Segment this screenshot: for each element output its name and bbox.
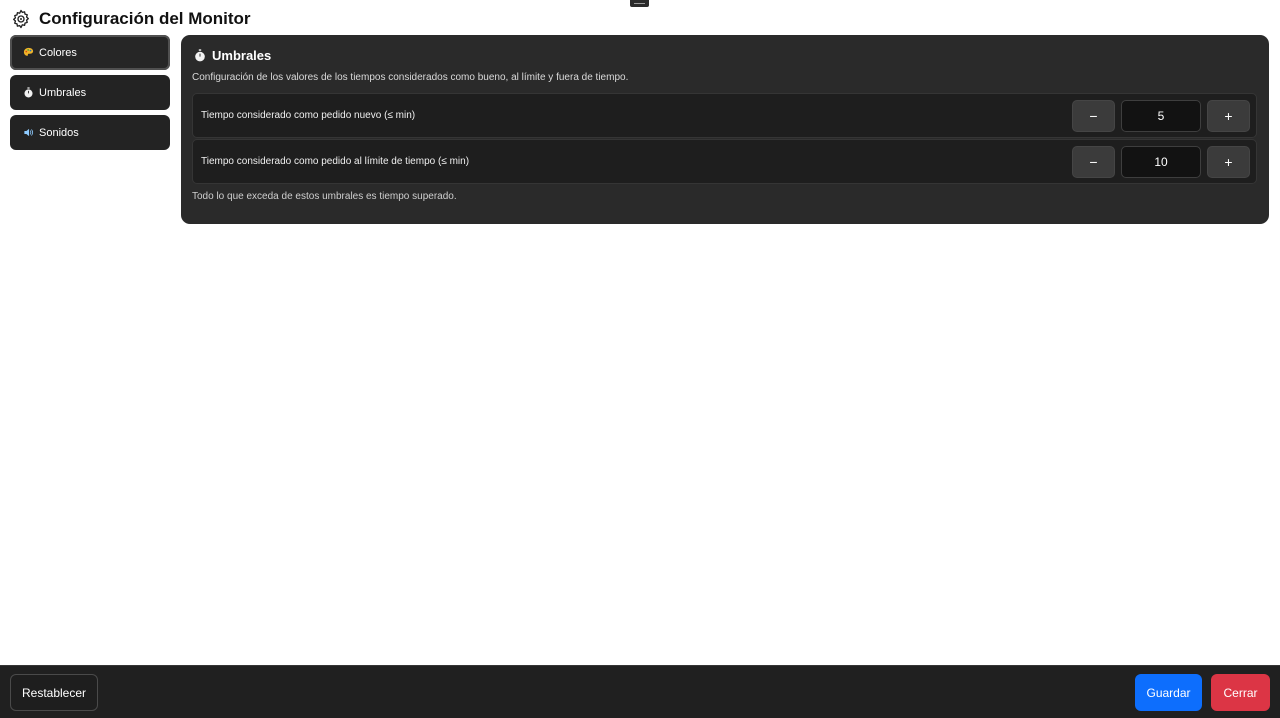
sidebar-item-umbrales[interactable]: Umbrales: [10, 75, 170, 110]
sidebar-item-sonidos[interactable]: Sonidos: [10, 115, 170, 150]
stopwatch-icon: [195, 49, 205, 62]
save-button[interactable]: Guardar: [1135, 674, 1202, 711]
increment-button[interactable]: +: [1207, 146, 1250, 178]
threshold-label: Tiempo considerado como pedido al límite…: [201, 156, 470, 167]
panel-title: Umbrales: [212, 48, 272, 63]
sidebar-item-colores[interactable]: Colores: [10, 35, 170, 70]
panel-note: Todo lo que exceda de estos umbrales es …: [192, 191, 457, 202]
quantity-stepper: − +: [1072, 100, 1250, 132]
threshold-value-input[interactable]: [1121, 100, 1201, 132]
stopwatch-icon: [24, 87, 33, 98]
sidebar-item-label: Umbrales: [39, 86, 87, 99]
page-title: Configuración del Monitor: [11, 8, 251, 30]
close-button[interactable]: Cerrar: [1211, 674, 1270, 711]
speaker-icon: [24, 128, 33, 137]
threshold-row-limit: Tiempo considerado como pedido al límite…: [192, 139, 1257, 184]
reset-button[interactable]: Restablecer: [10, 674, 98, 711]
quantity-stepper: − +: [1072, 146, 1250, 178]
decrement-button[interactable]: −: [1072, 100, 1115, 132]
threshold-row-new: Tiempo considerado como pedido nuevo (≤ …: [192, 93, 1257, 138]
decrement-button[interactable]: −: [1072, 146, 1115, 178]
thresholds-panel: Umbrales Configuración de los valores de…: [181, 35, 1269, 224]
threshold-value-input[interactable]: [1121, 146, 1201, 178]
threshold-label: Tiempo considerado como pedido nuevo (≤ …: [201, 110, 416, 121]
page-title-text: Configuración del Monitor: [39, 9, 251, 28]
increment-button[interactable]: +: [1207, 100, 1250, 132]
panel-header: Umbrales: [194, 48, 271, 63]
sidebar-item-label: Colores: [39, 46, 77, 59]
panel-description: Configuración de los valores de los tiem…: [192, 72, 629, 83]
gear-icon: [13, 9, 30, 29]
sidebar: Colores Umbrales Sonidos: [10, 35, 170, 155]
sidebar-item-label: Sonidos: [39, 126, 79, 139]
window-drag-handle[interactable]: [630, 0, 649, 7]
palette-icon: [23, 47, 34, 56]
footer-bar: Restablecer Guardar Cerrar: [0, 665, 1280, 718]
